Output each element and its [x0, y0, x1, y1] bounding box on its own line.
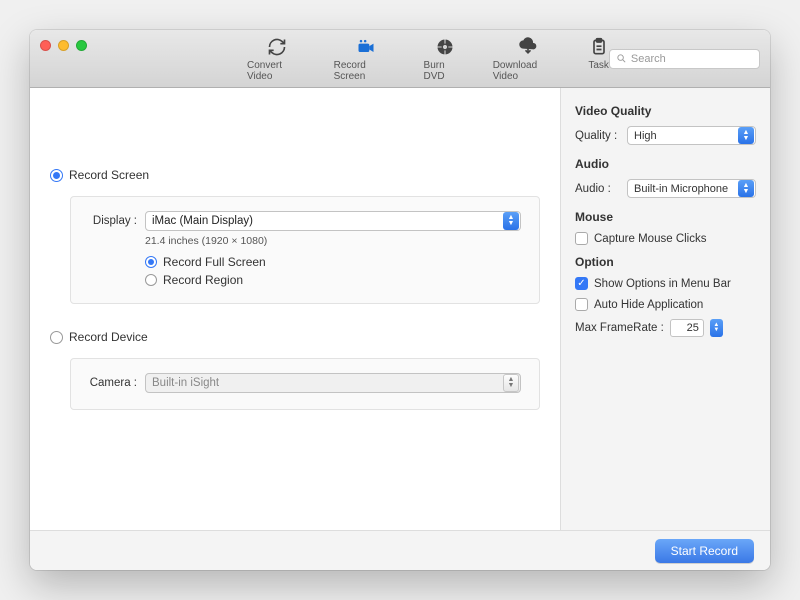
record-device-label: Record Device [69, 330, 148, 344]
start-record-button[interactable]: Start Record [655, 539, 754, 563]
camera-value: Built-in iSight [152, 377, 219, 389]
quality-value: High [634, 130, 657, 142]
chevron-updown-icon: ▲▼ [503, 212, 519, 230]
search-input[interactable]: Search [609, 49, 760, 69]
record-full-screen-radio[interactable]: Record Full Screen [145, 255, 521, 269]
region-label: Record Region [163, 273, 243, 287]
option-heading: Option [575, 255, 756, 269]
max-framerate-value: 25 [687, 322, 699, 334]
audio-select[interactable]: Built-in Microphone ▲▼ [627, 179, 756, 198]
content: Record Screen Display : iMac (Main Displ… [30, 88, 770, 530]
radio-icon [145, 256, 157, 268]
toolbar-convert-video[interactable]: Convert Video [247, 36, 308, 82]
audio-heading: Audio [575, 157, 756, 171]
toolbar-record-screen[interactable]: Record Screen [334, 36, 398, 82]
quality-select[interactable]: High ▲▼ [627, 126, 756, 145]
auto-hide-checkbox[interactable]: Auto Hide Application [575, 298, 756, 311]
camera-select[interactable]: Built-in iSight ▲▼ [145, 373, 521, 393]
show-menubar-checkbox[interactable]: ✓ Show Options in Menu Bar [575, 277, 756, 290]
download-icon [518, 36, 538, 58]
camera-icon [356, 36, 376, 58]
radio-icon [50, 169, 63, 182]
disc-icon [435, 36, 455, 58]
toolbar: Convert Video Record Screen Burn DVD Dow… [30, 30, 770, 88]
search-icon [616, 53, 627, 64]
toolbar-label: Download Video [493, 60, 563, 82]
toolbar-burn-dvd[interactable]: Burn DVD [424, 36, 467, 82]
checkbox-icon [575, 232, 588, 245]
quality-label: Quality : [575, 130, 621, 142]
toolbar-download-video[interactable]: Download Video [493, 36, 563, 82]
framerate-stepper[interactable]: ▲▼ [710, 319, 723, 337]
app-window: Convert Video Record Screen Burn DVD Dow… [30, 30, 770, 570]
footer: Start Record [30, 530, 770, 570]
record-region-radio[interactable]: Record Region [145, 273, 521, 287]
display-label: Display : [89, 215, 137, 227]
record-screen-panel: Display : iMac (Main Display) ▲▼ 21.4 in… [70, 196, 540, 304]
toolbar-label: Record Screen [334, 60, 398, 82]
main-panel: Record Screen Display : iMac (Main Displ… [30, 88, 560, 530]
radio-icon [145, 274, 157, 286]
record-screen-label: Record Screen [69, 168, 149, 182]
radio-icon [50, 331, 63, 344]
video-quality-heading: Video Quality [575, 104, 756, 118]
display-sub: 21.4 inches (1920 × 1080) [145, 235, 521, 247]
toolbar-label: Burn DVD [424, 60, 467, 82]
toolbar-items: Convert Video Record Screen Burn DVD Dow… [247, 36, 609, 82]
sidebar: Video Quality Quality : High ▲▼ Audio Au… [560, 88, 770, 530]
mouse-heading: Mouse [575, 210, 756, 224]
capture-mouse-checkbox[interactable]: Capture Mouse Clicks [575, 232, 756, 245]
record-screen-radio[interactable]: Record Screen [50, 168, 540, 182]
toolbar-label: Convert Video [247, 60, 308, 82]
full-screen-label: Record Full Screen [163, 255, 266, 269]
window-controls [40, 40, 87, 51]
chevron-updown-icon: ▲▼ [503, 374, 519, 392]
chevron-updown-icon: ▲▼ [738, 127, 754, 144]
auto-hide-label: Auto Hide Application [594, 299, 703, 311]
checkbox-icon: ✓ [575, 277, 588, 290]
display-select[interactable]: iMac (Main Display) ▲▼ [145, 211, 521, 231]
max-framerate-input[interactable]: 25 [670, 319, 704, 337]
record-device-radio[interactable]: Record Device [50, 330, 540, 344]
convert-icon [267, 36, 287, 58]
show-menubar-label: Show Options in Menu Bar [594, 278, 731, 290]
record-device-panel: Camera : Built-in iSight ▲▼ [70, 358, 540, 410]
max-framerate-label: Max FrameRate : [575, 322, 664, 334]
camera-label: Camera : [89, 377, 137, 389]
zoom-icon[interactable] [76, 40, 87, 51]
checkbox-icon [575, 298, 588, 311]
toolbar-task[interactable]: Task [588, 36, 609, 82]
capture-clicks-label: Capture Mouse Clicks [594, 233, 706, 245]
search-placeholder: Search [631, 53, 666, 65]
audio-label: Audio : [575, 183, 621, 195]
toolbar-label: Task [588, 60, 609, 71]
close-icon[interactable] [40, 40, 51, 51]
audio-value: Built-in Microphone [634, 183, 728, 195]
display-value: iMac (Main Display) [152, 215, 253, 227]
chevron-updown-icon: ▲▼ [738, 180, 754, 197]
minimize-icon[interactable] [58, 40, 69, 51]
task-icon [589, 36, 609, 58]
